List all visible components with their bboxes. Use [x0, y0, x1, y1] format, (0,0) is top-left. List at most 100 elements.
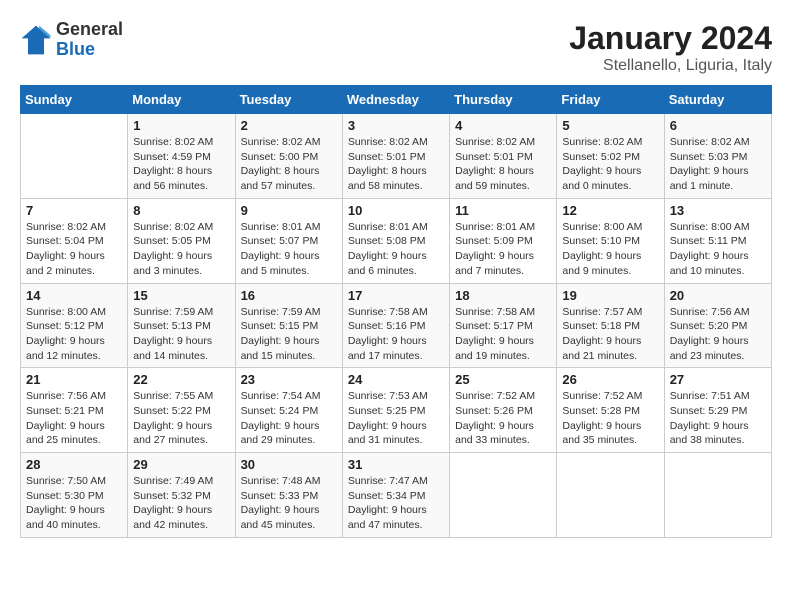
- calendar-cell: 4Sunrise: 8:02 AMSunset: 5:01 PMDaylight…: [450, 114, 557, 199]
- day-number: 24: [348, 372, 444, 387]
- calendar-cell: 28Sunrise: 7:50 AMSunset: 5:30 PMDayligh…: [21, 453, 128, 538]
- day-info: Sunrise: 7:49 AMSunset: 5:32 PMDaylight:…: [133, 474, 229, 533]
- week-row-2: 7 Sunrise: 8:02 AMSunset: 5:04 PMDaylight…: [21, 198, 772, 283]
- day-info: Sunrise: 7:47 AMSunset: 5:34 PMDaylight:…: [348, 474, 444, 533]
- day-number: 16: [241, 288, 337, 303]
- day-number: 29: [133, 457, 229, 472]
- calendar-cell: [21, 114, 128, 199]
- day-info: Sunrise: 7:52 AMSunset: 5:26 PMDaylight:…: [455, 389, 551, 448]
- week-row-4: 21 Sunrise: 7:56 AMSunset: 5:21 PMDayligh…: [21, 368, 772, 453]
- calendar-cell: 19 Sunrise: 7:57 AMSunset: 5:18 PMDayligh…: [557, 283, 664, 368]
- calendar-cell: 26 Sunrise: 7:52 AMSunset: 5:28 PMDayligh…: [557, 368, 664, 453]
- day-number: 31: [348, 457, 444, 472]
- calendar-cell: [450, 453, 557, 538]
- day-number: 3: [348, 118, 444, 133]
- calendar-cell: 13Sunrise: 8:00 AMSunset: 5:11 PMDayligh…: [664, 198, 771, 283]
- day-info: Sunrise: 7:58 AMSunset: 5:17 PMDaylight:…: [455, 305, 551, 364]
- day-number: 15: [133, 288, 229, 303]
- day-info: Sunrise: 8:02 AMSunset: 5:03 PMDaylight:…: [670, 135, 766, 194]
- day-info: Sunrise: 7:53 AMSunset: 5:25 PMDaylight:…: [348, 389, 444, 448]
- day-info: Sunrise: 7:50 AMSunset: 5:30 PMDaylight:…: [26, 474, 122, 533]
- calendar-cell: [664, 453, 771, 538]
- day-number: 14: [26, 288, 122, 303]
- calendar-cell: 9 Sunrise: 8:01 AMSunset: 5:07 PMDaylight…: [235, 198, 342, 283]
- calendar-cell: 17Sunrise: 7:58 AMSunset: 5:16 PMDayligh…: [342, 283, 449, 368]
- week-row-5: 28Sunrise: 7:50 AMSunset: 5:30 PMDayligh…: [21, 453, 772, 538]
- calendar-cell: 7 Sunrise: 8:02 AMSunset: 5:04 PMDaylight…: [21, 198, 128, 283]
- calendar-cell: 18 Sunrise: 7:58 AMSunset: 5:17 PMDayligh…: [450, 283, 557, 368]
- calendar-cell: 10 Sunrise: 8:01 AMSunset: 5:08 PMDayligh…: [342, 198, 449, 283]
- day-info: Sunrise: 8:02 AMSunset: 4:59 PMDaylight:…: [133, 135, 229, 194]
- calendar-cell: 12Sunrise: 8:00 AMSunset: 5:10 PMDayligh…: [557, 198, 664, 283]
- day-number: 19: [562, 288, 658, 303]
- calendar-cell: 11 Sunrise: 8:01 AMSunset: 5:09 PMDayligh…: [450, 198, 557, 283]
- day-info: Sunrise: 7:51 AMSunset: 5:29 PMDaylight:…: [670, 389, 766, 448]
- day-info: Sunrise: 8:01 AMSunset: 5:09 PMDaylight:…: [455, 220, 551, 279]
- day-number: 22: [133, 372, 229, 387]
- calendar-cell: 30 Sunrise: 7:48 AMSunset: 5:33 PMDayligh…: [235, 453, 342, 538]
- calendar-cell: [557, 453, 664, 538]
- calendar-cell: 21 Sunrise: 7:56 AMSunset: 5:21 PMDayligh…: [21, 368, 128, 453]
- day-number: 17: [348, 288, 444, 303]
- calendar-cell: 8Sunrise: 8:02 AMSunset: 5:05 PMDaylight…: [128, 198, 235, 283]
- calendar-cell: 14 Sunrise: 8:00 AMSunset: 5:12 PMDayligh…: [21, 283, 128, 368]
- calendar-cell: 1 Sunrise: 8:02 AMSunset: 4:59 PMDaylight…: [128, 114, 235, 199]
- day-number: 10: [348, 203, 444, 218]
- day-info: Sunrise: 8:02 AMSunset: 5:02 PMDaylight:…: [562, 135, 658, 194]
- calendar-cell: 27 Sunrise: 7:51 AMSunset: 5:29 PMDayligh…: [664, 368, 771, 453]
- day-number: 7: [26, 203, 122, 218]
- month-title: January 2024: [569, 20, 772, 57]
- day-number: 2: [241, 118, 337, 133]
- day-number: 27: [670, 372, 766, 387]
- day-number: 21: [26, 372, 122, 387]
- day-info: Sunrise: 7:57 AMSunset: 5:18 PMDaylight:…: [562, 305, 658, 364]
- title-block: January 2024 Stellanello, Liguria, Italy: [569, 20, 772, 75]
- day-number: 30: [241, 457, 337, 472]
- day-number: 12: [562, 203, 658, 218]
- calendar-cell: 16 Sunrise: 7:59 AMSunset: 5:15 PMDayligh…: [235, 283, 342, 368]
- day-info: Sunrise: 7:55 AMSunset: 5:22 PMDaylight:…: [133, 389, 229, 448]
- day-number: 9: [241, 203, 337, 218]
- location: Stellanello, Liguria, Italy: [569, 57, 772, 75]
- day-info: Sunrise: 8:00 AMSunset: 5:12 PMDaylight:…: [26, 305, 122, 364]
- day-number: 26: [562, 372, 658, 387]
- day-number: 25: [455, 372, 551, 387]
- weekday-header-row: SundayMondayTuesdayWednesdayThursdayFrid…: [21, 86, 772, 114]
- day-info: Sunrise: 8:02 AMSunset: 5:00 PMDaylight:…: [241, 135, 337, 194]
- week-row-3: 14 Sunrise: 8:00 AMSunset: 5:12 PMDayligh…: [21, 283, 772, 368]
- calendar-table: SundayMondayTuesdayWednesdayThursdayFrid…: [20, 85, 772, 538]
- logo-general-text: General: [56, 19, 123, 39]
- weekday-header-sunday: Sunday: [21, 86, 128, 114]
- day-info: Sunrise: 7:59 AMSunset: 5:13 PMDaylight:…: [133, 305, 229, 364]
- day-info: Sunrise: 7:48 AMSunset: 5:33 PMDaylight:…: [241, 474, 337, 533]
- day-info: Sunrise: 7:54 AMSunset: 5:24 PMDaylight:…: [241, 389, 337, 448]
- day-info: Sunrise: 8:02 AMSunset: 5:01 PMDaylight:…: [455, 135, 551, 194]
- weekday-header-monday: Monday: [128, 86, 235, 114]
- day-info: Sunrise: 8:01 AMSunset: 5:07 PMDaylight:…: [241, 220, 337, 279]
- calendar-cell: 3 Sunrise: 8:02 AMSunset: 5:01 PMDaylight…: [342, 114, 449, 199]
- calendar-cell: 24 Sunrise: 7:53 AMSunset: 5:25 PMDayligh…: [342, 368, 449, 453]
- day-info: Sunrise: 8:00 AMSunset: 5:11 PMDaylight:…: [670, 220, 766, 279]
- day-info: Sunrise: 7:56 AMSunset: 5:20 PMDaylight:…: [670, 305, 766, 364]
- day-info: Sunrise: 7:56 AMSunset: 5:21 PMDaylight:…: [26, 389, 122, 448]
- weekday-header-wednesday: Wednesday: [342, 86, 449, 114]
- calendar-cell: 15 Sunrise: 7:59 AMSunset: 5:13 PMDayligh…: [128, 283, 235, 368]
- day-number: 23: [241, 372, 337, 387]
- day-info: Sunrise: 8:02 AMSunset: 5:01 PMDaylight:…: [348, 135, 444, 194]
- day-info: Sunrise: 8:02 AMSunset: 5:04 PMDaylight:…: [26, 220, 122, 279]
- day-number: 6: [670, 118, 766, 133]
- day-number: 11: [455, 203, 551, 218]
- calendar-cell: 20 Sunrise: 7:56 AMSunset: 5:20 PMDayligh…: [664, 283, 771, 368]
- day-number: 20: [670, 288, 766, 303]
- weekday-header-saturday: Saturday: [664, 86, 771, 114]
- day-number: 1: [133, 118, 229, 133]
- calendar-cell: 5Sunrise: 8:02 AMSunset: 5:02 PMDaylight…: [557, 114, 664, 199]
- calendar-cell: 23 Sunrise: 7:54 AMSunset: 5:24 PMDayligh…: [235, 368, 342, 453]
- calendar-cell: 22 Sunrise: 7:55 AMSunset: 5:22 PMDayligh…: [128, 368, 235, 453]
- day-info: Sunrise: 7:52 AMSunset: 5:28 PMDaylight:…: [562, 389, 658, 448]
- week-row-1: 1 Sunrise: 8:02 AMSunset: 4:59 PMDaylight…: [21, 114, 772, 199]
- day-number: 18: [455, 288, 551, 303]
- day-info: Sunrise: 8:01 AMSunset: 5:08 PMDaylight:…: [348, 220, 444, 279]
- day-info: Sunrise: 7:59 AMSunset: 5:15 PMDaylight:…: [241, 305, 337, 364]
- weekday-header-tuesday: Tuesday: [235, 86, 342, 114]
